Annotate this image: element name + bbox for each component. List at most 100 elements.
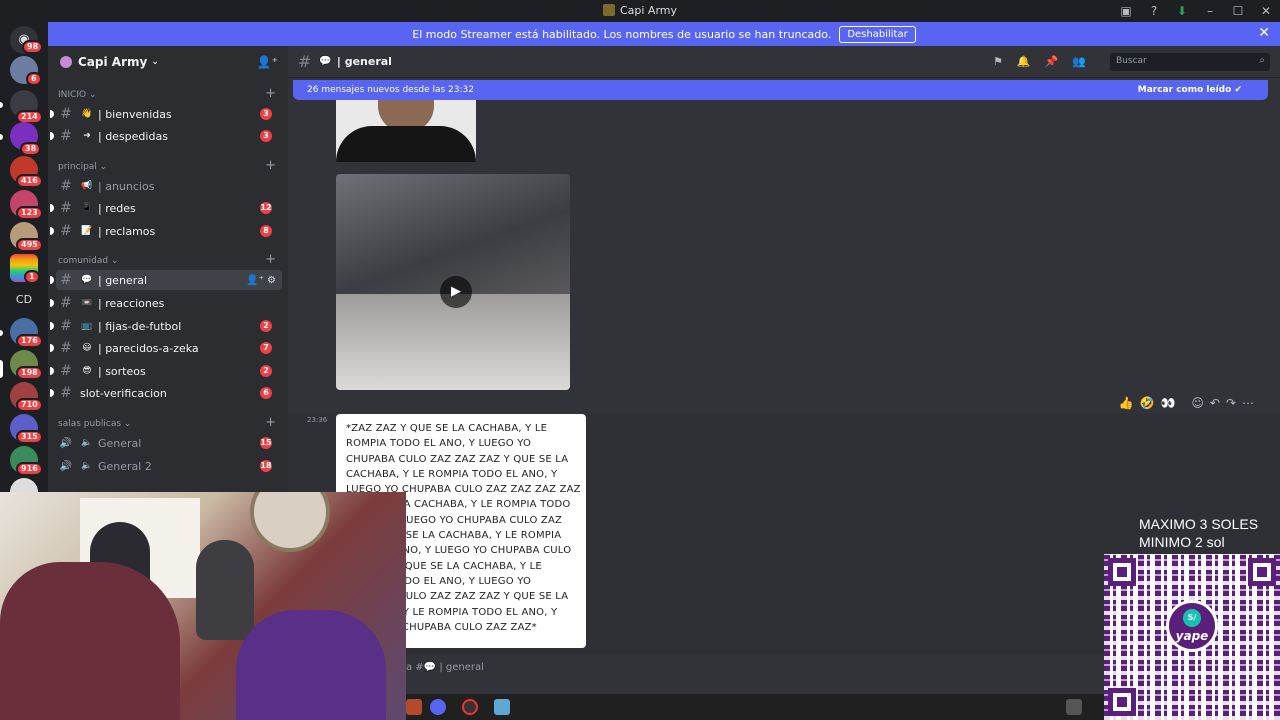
taskbar-app-icon[interactable]	[462, 699, 478, 715]
video-frame	[336, 294, 570, 390]
hash-icon: #	[60, 385, 72, 401]
qr-code: S/yape	[1104, 554, 1280, 720]
hash-icon: #	[60, 340, 72, 356]
qr-finder	[1108, 558, 1136, 586]
webcam-detail	[196, 540, 254, 640]
channel-general[interactable]: # 💬 | general 👤⁺ ⚙	[50, 270, 282, 290]
add-channel-icon[interactable]: +	[265, 86, 276, 101]
close-icon[interactable]: ✕	[1258, 25, 1270, 41]
mention-badge: 2	[260, 320, 272, 332]
streamer-mode-banner: El modo Streamer está habilitado. Los no…	[48, 22, 1280, 46]
attachment-image[interactable]	[336, 100, 476, 162]
channel-emoji: 📼	[81, 298, 93, 308]
hash-icon: #	[60, 272, 72, 288]
taskbar-discord-icon[interactable]	[430, 699, 446, 715]
new-messages-text: 26 mensajes nuevos desde las 23:32	[307, 85, 474, 95]
server-badge: 176	[16, 334, 43, 348]
unread-pill	[50, 132, 54, 140]
webcam-detail	[0, 562, 180, 720]
channel-fijas-de-futbol[interactable]: # 📺 | fijas-de-futbol 2	[50, 316, 282, 336]
channel-slot-verificacion[interactable]: # slot-verificacion 6	[50, 383, 282, 403]
hash-icon: #	[60, 106, 72, 122]
channel-label: | reclamos	[98, 224, 156, 238]
server-badge: 916	[16, 462, 43, 476]
channel-anuncios[interactable]: # 📢 | anuncios	[56, 176, 282, 196]
speaker-emoji-icon: 🔈	[81, 461, 93, 471]
maximize-button[interactable]: ☐	[1224, 4, 1252, 18]
server-name: Capi Army	[78, 55, 148, 69]
taskbar-tray-icon[interactable]	[1066, 699, 1082, 715]
speaker-icon: 🔊	[59, 437, 73, 449]
channel-reacciones[interactable]: # 📼 | reacciones	[50, 293, 282, 313]
new-messages-bar[interactable]: 26 mensajes nuevos desde las 23:32 Marca…	[293, 80, 1268, 100]
channel-label: | sorteos	[98, 364, 146, 378]
close-window-button[interactable]: ✕	[1252, 4, 1280, 18]
play-icon[interactable]: ▶	[440, 276, 472, 308]
unread-pill	[50, 367, 54, 375]
disable-streamer-button[interactable]: Deshabilitar	[839, 25, 916, 43]
add-channel-icon[interactable]: +	[265, 415, 276, 430]
mark-as-read-button[interactable]: Marcar como leído ✔	[1138, 85, 1242, 95]
webcam-overlay	[0, 492, 406, 720]
mention-badge: 6	[260, 387, 272, 399]
hash-icon: #	[60, 223, 72, 239]
channel-emoji: 📢	[81, 181, 93, 191]
channel-label: | reacciones	[98, 296, 165, 310]
message-actions[interactable]: 👍🤣👀 ☺↶↷⋯	[1119, 396, 1260, 410]
category-inicio[interactable]: INICIO ⌄	[58, 90, 96, 100]
settings-gear-icon[interactable]: 👤⁺ ⚙	[246, 275, 276, 286]
channel-label: | bienvenidas	[98, 107, 172, 121]
channel-reclamos[interactable]: # 📝 | reclamos 8	[50, 221, 282, 241]
server-icon[interactable]: CD	[10, 286, 38, 314]
search-input[interactable]: Buscar ⌕	[1110, 53, 1270, 71]
chat-bubble-icon: 💬	[319, 56, 332, 67]
category-principal[interactable]: principal ⌄	[58, 162, 107, 172]
hash-icon: #	[60, 295, 72, 311]
hash-icon: #	[60, 363, 72, 379]
channel-header: # 💬 | general ⚑🔔📌👥 Buscar ⌕	[288, 46, 1280, 78]
add-member-icon[interactable]: 👤⁺	[257, 55, 278, 69]
category-salas-publicas[interactable]: salas publicas ⌄	[58, 419, 131, 429]
channel-bienvenidas[interactable]: # 👋 | bienvenidas 3	[50, 104, 282, 124]
chevron-down-icon: ⌄	[151, 57, 159, 67]
voice-channel-general-2[interactable]: 🔊 🔈 General 2 18	[56, 456, 282, 476]
webcam-detail	[250, 492, 330, 552]
channel-label: | redes	[98, 201, 136, 215]
help-icon[interactable]: ?	[1140, 4, 1168, 18]
header-actions[interactable]: ⚑🔔📌👥	[993, 55, 1100, 68]
category-comunidad[interactable]: comunidad ⌄	[58, 256, 118, 266]
channel-redes[interactable]: # 📱 | redes 12	[50, 198, 282, 218]
channel-emoji: 😃	[82, 343, 92, 353]
channel-despedidas[interactable]: # ➜ | despedidas 3	[50, 126, 282, 146]
channel-label: slot-verificacion	[80, 386, 167, 400]
qr-finder	[1108, 688, 1136, 716]
voice-channel-general[interactable]: 🔊 🔈 General 15	[56, 433, 282, 453]
hash-icon: #	[298, 52, 312, 71]
hash-icon: #	[60, 200, 72, 216]
donation-max-text: MAXIMO 3 SOLES	[1139, 516, 1259, 532]
video-attachment[interactable]: ▶	[336, 174, 570, 390]
add-channel-icon[interactable]: +	[265, 158, 276, 173]
channel-label: General	[98, 436, 142, 450]
add-channel-icon[interactable]: +	[265, 252, 276, 267]
unread-pill	[0, 102, 3, 108]
channel-parecidos-a-zeka[interactable]: # 😃 | parecidos-a-zeka 7	[50, 338, 282, 358]
speaker-emoji-icon: 🔈	[81, 438, 93, 448]
taskbar-app-icon[interactable]	[494, 699, 510, 715]
minimize-button[interactable]: –	[1196, 4, 1224, 18]
server-icon	[60, 56, 72, 68]
channel-reference[interactable]: a #💬 | general	[406, 662, 484, 673]
download-icon[interactable]: ⬇	[1168, 4, 1196, 18]
screen-share-icon[interactable]: ▣	[1112, 4, 1140, 18]
unread-pill	[50, 322, 54, 330]
server-header[interactable]: Capi Army ⌄ 👤⁺	[48, 46, 288, 78]
channel-sorteos[interactable]: # 😎 | sorteos 2	[50, 361, 282, 381]
banner-text: El modo Streamer está habilitado. Los no…	[412, 27, 832, 41]
mention-badge: 3	[260, 108, 272, 120]
taskbar-app-icon[interactable]	[406, 699, 422, 715]
mention-badge: 3	[260, 130, 272, 142]
channel-emoji: 💬	[81, 275, 93, 285]
unread-pill	[50, 276, 54, 284]
channel-emoji: 📺	[81, 321, 93, 331]
image-detail	[336, 126, 476, 162]
